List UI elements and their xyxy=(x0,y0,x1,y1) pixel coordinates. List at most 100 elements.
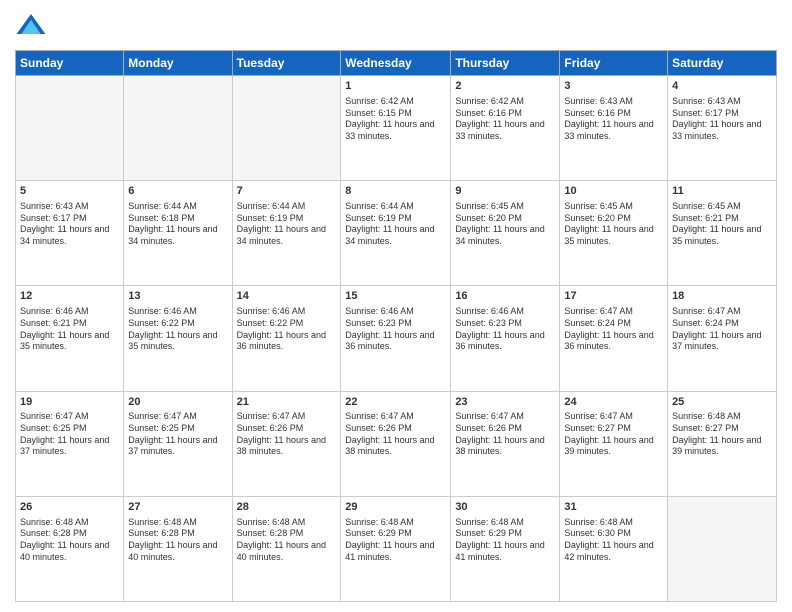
calendar-cell xyxy=(232,76,341,181)
day-number: 24 xyxy=(564,395,663,410)
day-number: 7 xyxy=(237,184,337,199)
day-info: Sunrise: 6:44 AM Sunset: 6:19 PM Dayligh… xyxy=(237,201,337,248)
calendar-cell: 17Sunrise: 6:47 AM Sunset: 6:24 PM Dayli… xyxy=(560,286,668,391)
day-number: 23 xyxy=(455,395,555,410)
calendar-header: SundayMondayTuesdayWednesdayThursdayFrid… xyxy=(16,51,777,76)
day-number: 1 xyxy=(345,79,446,94)
logo xyxy=(15,10,51,42)
day-number: 25 xyxy=(672,395,772,410)
calendar-cell: 16 Sunrise: 6:46 AM Sunset: 6:23 PM Dayli… xyxy=(451,286,560,391)
day-info: Sunrise: 6:45 AM Sunset: 6:20 PM Dayligh… xyxy=(455,201,555,248)
day-info: Sunrise: 6:44 AM Sunset: 6:18 PM Dayligh… xyxy=(128,201,227,248)
day-number: 29 xyxy=(345,500,446,515)
day-number: 8 xyxy=(345,184,446,199)
day-info: Sunrise: 6:45 AM Sunset: 6:21 PM Dayligh… xyxy=(672,201,772,248)
calendar-cell: 5 Sunrise: 6:43 AM Sunset: 6:17 PM Daylig… xyxy=(16,181,124,286)
calendar-cell: 22Sunrise: 6:47 AM Sunset: 6:26 PM Dayli… xyxy=(341,391,451,496)
calendar-cell xyxy=(16,76,124,181)
calendar-cell: 6Sunrise: 6:44 AM Sunset: 6:18 PM Daylig… xyxy=(124,181,232,286)
header xyxy=(15,10,777,42)
logo-icon xyxy=(15,10,47,42)
day-info: Sunrise: 6:46 AM Sunset: 6:22 PM Dayligh… xyxy=(128,306,227,353)
weekday-header: Friday xyxy=(560,51,668,76)
calendar-week: 12 Sunrise: 6:46 AM Sunset: 6:21 PM Dayli… xyxy=(16,286,777,391)
day-number: 27 xyxy=(128,500,227,515)
weekday-header: Tuesday xyxy=(232,51,341,76)
calendar-cell: 11 Sunrise: 6:45 AM Sunset: 6:21 PM Dayli… xyxy=(668,181,777,286)
weekday-header: Saturday xyxy=(668,51,777,76)
calendar-cell: 30Sunrise: 6:48 AM Sunset: 6:29 PM Dayli… xyxy=(451,496,560,601)
weekday-header: Thursday xyxy=(451,51,560,76)
day-info: Sunrise: 6:48 AM Sunset: 6:29 PM Dayligh… xyxy=(345,517,446,564)
calendar-week: 1 Sunrise: 6:42 AM Sunset: 6:15 PM Daylig… xyxy=(16,76,777,181)
calendar-cell: 27 Sunrise: 6:48 AM Sunset: 6:28 PM Dayli… xyxy=(124,496,232,601)
day-number: 11 xyxy=(672,184,772,199)
calendar-cell: 9 Sunrise: 6:45 AM Sunset: 6:20 PM Daylig… xyxy=(451,181,560,286)
calendar-cell: 4 Sunrise: 6:43 AM Sunset: 6:17 PM Daylig… xyxy=(668,76,777,181)
day-number: 5 xyxy=(20,184,119,199)
day-info: Sunrise: 6:48 AM Sunset: 6:28 PM Dayligh… xyxy=(128,517,227,564)
calendar-cell: 15 Sunrise: 6:46 AM Sunset: 6:23 PM Dayli… xyxy=(341,286,451,391)
day-info: Sunrise: 6:47 AM Sunset: 6:24 PM Dayligh… xyxy=(564,306,663,353)
day-number: 16 xyxy=(455,289,555,304)
day-number: 31 xyxy=(564,500,663,515)
day-info: Sunrise: 6:47 AM Sunset: 6:27 PM Dayligh… xyxy=(564,411,663,458)
day-info: Sunrise: 6:47 AM Sunset: 6:25 PM Dayligh… xyxy=(128,411,227,458)
calendar-cell: 14Sunrise: 6:46 AM Sunset: 6:22 PM Dayli… xyxy=(232,286,341,391)
calendar-cell: 28Sunrise: 6:48 AM Sunset: 6:28 PM Dayli… xyxy=(232,496,341,601)
day-number: 3 xyxy=(564,79,663,94)
day-info: Sunrise: 6:44 AM Sunset: 6:19 PM Dayligh… xyxy=(345,201,446,248)
calendar-cell: 29 Sunrise: 6:48 AM Sunset: 6:29 PM Dayli… xyxy=(341,496,451,601)
day-number: 19 xyxy=(20,395,119,410)
weekday-header: Wednesday xyxy=(341,51,451,76)
calendar-cell: 26 Sunrise: 6:48 AM Sunset: 6:28 PM Dayli… xyxy=(16,496,124,601)
calendar-cell: 10 Sunrise: 6:45 AM Sunset: 6:20 PM Dayli… xyxy=(560,181,668,286)
day-info: Sunrise: 6:43 AM Sunset: 6:17 PM Dayligh… xyxy=(20,201,119,248)
day-number: 9 xyxy=(455,184,555,199)
day-info: Sunrise: 6:45 AM Sunset: 6:20 PM Dayligh… xyxy=(564,201,663,248)
calendar-cell: 7 Sunrise: 6:44 AM Sunset: 6:19 PM Daylig… xyxy=(232,181,341,286)
calendar-cell: 25Sunrise: 6:48 AM Sunset: 6:27 PM Dayli… xyxy=(668,391,777,496)
calendar-cell: 21Sunrise: 6:47 AM Sunset: 6:26 PM Dayli… xyxy=(232,391,341,496)
calendar-week: 26 Sunrise: 6:48 AM Sunset: 6:28 PM Dayli… xyxy=(16,496,777,601)
weekday-header: Sunday xyxy=(16,51,124,76)
calendar-cell: 20Sunrise: 6:47 AM Sunset: 6:25 PM Dayli… xyxy=(124,391,232,496)
weekday-row: SundayMondayTuesdayWednesdayThursdayFrid… xyxy=(16,51,777,76)
day-info: Sunrise: 6:48 AM Sunset: 6:28 PM Dayligh… xyxy=(20,517,119,564)
day-info: Sunrise: 6:46 AM Sunset: 6:23 PM Dayligh… xyxy=(455,306,555,353)
calendar-cell xyxy=(124,76,232,181)
day-number: 15 xyxy=(345,289,446,304)
day-info: Sunrise: 6:48 AM Sunset: 6:27 PM Dayligh… xyxy=(672,411,772,458)
day-number: 26 xyxy=(20,500,119,515)
day-number: 4 xyxy=(672,79,772,94)
day-number: 10 xyxy=(564,184,663,199)
day-info: Sunrise: 6:42 AM Sunset: 6:15 PM Dayligh… xyxy=(345,96,446,143)
day-info: Sunrise: 6:42 AM Sunset: 6:16 PM Dayligh… xyxy=(455,96,555,143)
day-number: 12 xyxy=(20,289,119,304)
day-number: 30 xyxy=(455,500,555,515)
page: SundayMondayTuesdayWednesdayThursdayFrid… xyxy=(0,0,792,612)
day-number: 22 xyxy=(345,395,446,410)
day-info: Sunrise: 6:47 AM Sunset: 6:26 PM Dayligh… xyxy=(345,411,446,458)
calendar-cell: 1 Sunrise: 6:42 AM Sunset: 6:15 PM Daylig… xyxy=(341,76,451,181)
day-info: Sunrise: 6:47 AM Sunset: 6:25 PM Dayligh… xyxy=(20,411,119,458)
calendar-cell: 31Sunrise: 6:48 AM Sunset: 6:30 PM Dayli… xyxy=(560,496,668,601)
day-info: Sunrise: 6:46 AM Sunset: 6:21 PM Dayligh… xyxy=(20,306,119,353)
calendar-body: 1 Sunrise: 6:42 AM Sunset: 6:15 PM Daylig… xyxy=(16,76,777,602)
day-number: 14 xyxy=(237,289,337,304)
weekday-header: Monday xyxy=(124,51,232,76)
day-info: Sunrise: 6:46 AM Sunset: 6:23 PM Dayligh… xyxy=(345,306,446,353)
calendar-cell: 24Sunrise: 6:47 AM Sunset: 6:27 PM Dayli… xyxy=(560,391,668,496)
calendar-week: 5 Sunrise: 6:43 AM Sunset: 6:17 PM Daylig… xyxy=(16,181,777,286)
calendar-cell: 12 Sunrise: 6:46 AM Sunset: 6:21 PM Dayli… xyxy=(16,286,124,391)
day-info: Sunrise: 6:43 AM Sunset: 6:16 PM Dayligh… xyxy=(564,96,663,143)
calendar-cell: 23Sunrise: 6:47 AM Sunset: 6:26 PM Dayli… xyxy=(451,391,560,496)
day-info: Sunrise: 6:47 AM Sunset: 6:26 PM Dayligh… xyxy=(237,411,337,458)
calendar-table: SundayMondayTuesdayWednesdayThursdayFrid… xyxy=(15,50,777,602)
calendar-cell: 18Sunrise: 6:47 AM Sunset: 6:24 PM Dayli… xyxy=(668,286,777,391)
day-info: Sunrise: 6:43 AM Sunset: 6:17 PM Dayligh… xyxy=(672,96,772,143)
calendar-cell: 3 Sunrise: 6:43 AM Sunset: 6:16 PM Daylig… xyxy=(560,76,668,181)
calendar-cell xyxy=(668,496,777,601)
calendar-cell: 13Sunrise: 6:46 AM Sunset: 6:22 PM Dayli… xyxy=(124,286,232,391)
day-number: 2 xyxy=(455,79,555,94)
